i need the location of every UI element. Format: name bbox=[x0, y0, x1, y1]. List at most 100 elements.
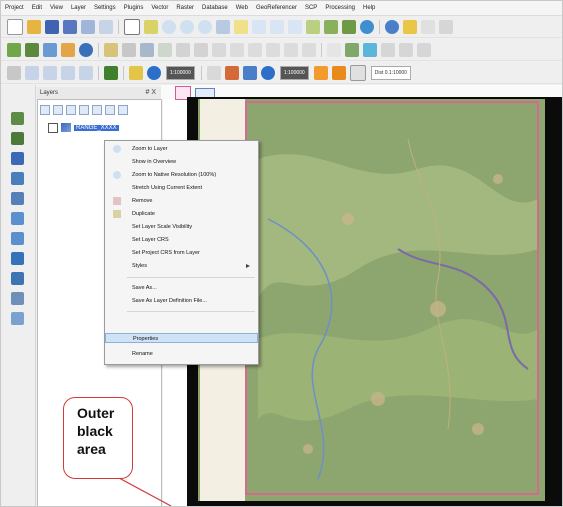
panel-controls[interactable]: # X bbox=[145, 87, 156, 99]
zoom-full-icon[interactable] bbox=[216, 19, 230, 34]
raster-zoom-icon[interactable] bbox=[25, 65, 39, 80]
edit-pencil-icon[interactable] bbox=[104, 42, 118, 57]
filter-legend-icon[interactable] bbox=[79, 105, 89, 115]
coord-box[interactable]: Dist 0.1:10000 bbox=[370, 65, 411, 80]
menu-item-duplicate[interactable]: Duplicate bbox=[105, 209, 258, 219]
select-icon[interactable] bbox=[403, 19, 417, 34]
zoom-native-icon[interactable] bbox=[198, 19, 212, 34]
add-wcs-layer-icon[interactable] bbox=[11, 272, 24, 285]
menu-georeferencer[interactable]: GeoReferencer bbox=[252, 5, 301, 11]
zoom-next-icon[interactable] bbox=[288, 19, 302, 34]
composer-manager-icon[interactable] bbox=[99, 19, 113, 34]
add-raster-layer-icon[interactable] bbox=[11, 132, 24, 145]
menu-edit[interactable]: Edit bbox=[28, 5, 46, 11]
raster-calc-icon[interactable] bbox=[7, 65, 21, 80]
menu-processing[interactable]: Processing bbox=[321, 5, 359, 11]
zoom-box[interactable]: 1:100000 bbox=[166, 65, 195, 80]
redo-icon[interactable] bbox=[302, 42, 316, 57]
label-tool-icon[interactable] bbox=[327, 42, 341, 57]
color-preview-icon[interactable] bbox=[313, 65, 328, 80]
add-wms-icon[interactable] bbox=[79, 42, 93, 57]
zoom-layer-icon[interactable] bbox=[252, 19, 266, 34]
add-db2-icon[interactable] bbox=[11, 232, 24, 245]
zoom-selection-icon[interactable] bbox=[234, 19, 248, 34]
menu-plugins[interactable]: Plugins bbox=[120, 5, 148, 11]
menu-layer[interactable]: Layer bbox=[67, 5, 90, 11]
roi-red-icon[interactable] bbox=[224, 65, 239, 80]
raster-align-icon[interactable] bbox=[79, 65, 93, 80]
zoom-out-icon[interactable] bbox=[180, 19, 194, 34]
menu-web[interactable]: Web bbox=[232, 5, 252, 11]
add-spatialite-icon[interactable] bbox=[61, 42, 75, 57]
paste-icon[interactable] bbox=[266, 42, 280, 57]
save-as-icon[interactable] bbox=[63, 19, 77, 34]
add-feature-icon[interactable] bbox=[158, 42, 172, 57]
expand-all-icon[interactable] bbox=[92, 105, 102, 115]
cut-icon[interactable] bbox=[230, 42, 244, 57]
show-bookmarks-icon[interactable] bbox=[342, 19, 356, 34]
save-edits-icon[interactable] bbox=[140, 42, 154, 57]
menu-item-scale-visibility[interactable]: Set Layer Scale Visibility bbox=[105, 222, 258, 232]
node-tool-icon[interactable] bbox=[194, 42, 208, 57]
remove-layer-icon[interactable] bbox=[118, 105, 128, 115]
pin-label-icon[interactable] bbox=[345, 42, 359, 57]
move-label-icon[interactable] bbox=[381, 42, 395, 57]
menu-item-rename[interactable]: Rename bbox=[105, 349, 258, 359]
menu-item-set-layer-crs[interactable]: Set Layer CRS bbox=[105, 235, 258, 245]
new-project-icon[interactable] bbox=[7, 18, 23, 35]
pan-icon[interactable] bbox=[124, 18, 140, 35]
new-bookmark-icon[interactable] bbox=[324, 19, 338, 34]
save-project-icon[interactable] bbox=[45, 19, 59, 34]
pan-to-selection-icon[interactable] bbox=[144, 19, 158, 34]
python-console-icon[interactable] bbox=[104, 65, 118, 80]
highlight-label-icon[interactable] bbox=[363, 42, 377, 57]
change-label-icon[interactable] bbox=[417, 42, 431, 57]
layer-name[interactable]: RANGE_XXXX bbox=[74, 124, 119, 131]
layer-item[interactable]: RANGE_XXXX bbox=[48, 122, 119, 133]
open-layer-styling-icon[interactable] bbox=[40, 105, 50, 115]
scp-icon[interactable] bbox=[129, 65, 143, 80]
add-delimited-text-icon[interactable] bbox=[43, 42, 57, 57]
rotate-label-icon[interactable] bbox=[399, 42, 413, 57]
menu-help[interactable]: Help bbox=[359, 5, 379, 11]
move-feature-icon[interactable] bbox=[176, 42, 190, 57]
plus-icon[interactable] bbox=[331, 65, 346, 80]
add-vector-icon[interactable] bbox=[7, 42, 21, 57]
menu-scp[interactable]: SCP bbox=[301, 5, 321, 11]
scp-info-icon[interactable] bbox=[349, 64, 366, 81]
delete-selected-icon[interactable] bbox=[212, 42, 226, 57]
menu-item-remove[interactable]: Remove bbox=[105, 196, 258, 206]
zoom-in-icon[interactable] bbox=[162, 19, 176, 34]
add-spatialite-layer-icon[interactable] bbox=[11, 172, 24, 185]
add-group-icon[interactable] bbox=[53, 105, 63, 115]
menu-database[interactable]: Database bbox=[198, 5, 232, 11]
add-mssql-icon[interactable] bbox=[11, 192, 24, 205]
menu-item-save-layer-definition[interactable]: Save As Layer Definition File... bbox=[105, 296, 258, 306]
add-raster-icon[interactable] bbox=[25, 42, 39, 57]
new-map-view-icon[interactable] bbox=[306, 19, 320, 34]
menu-item-save-as[interactable]: Save As... bbox=[105, 283, 258, 293]
add-oracle-icon[interactable] bbox=[11, 212, 24, 225]
layer-visibility-checkbox[interactable] bbox=[48, 122, 58, 133]
raster-histogram-icon[interactable] bbox=[61, 65, 75, 80]
menu-view[interactable]: View bbox=[46, 5, 67, 11]
scp-search-icon[interactable] bbox=[260, 65, 275, 80]
menu-item-stretch[interactable]: Stretch Using Current Extent bbox=[105, 183, 258, 193]
roi-icon[interactable] bbox=[206, 65, 221, 80]
digitize-icon[interactable] bbox=[122, 42, 136, 57]
menu-raster[interactable]: Raster bbox=[172, 5, 198, 11]
menu-item-set-project-crs[interactable]: Set Project CRS from Layer bbox=[105, 248, 258, 258]
dist-box[interactable]: 1:100000 bbox=[279, 65, 309, 80]
menu-vector[interactable]: Vector bbox=[147, 5, 172, 11]
refresh-icon[interactable] bbox=[360, 19, 374, 34]
measure-icon[interactable] bbox=[439, 19, 453, 34]
menu-item-zoom-to-layer[interactable]: Zoom to Layer bbox=[105, 144, 258, 154]
add-wfs-layer-icon[interactable] bbox=[11, 292, 24, 305]
menu-item-show-in-overview[interactable]: Show in Overview bbox=[105, 157, 258, 167]
add-wms-layer-icon[interactable] bbox=[11, 252, 24, 265]
roi-multiple-icon[interactable] bbox=[242, 65, 257, 80]
menu-item-properties[interactable]: Properties bbox=[105, 333, 258, 343]
copy-icon[interactable] bbox=[248, 42, 262, 57]
open-project-icon[interactable] bbox=[27, 19, 41, 34]
menu-settings[interactable]: Settings bbox=[90, 5, 120, 11]
